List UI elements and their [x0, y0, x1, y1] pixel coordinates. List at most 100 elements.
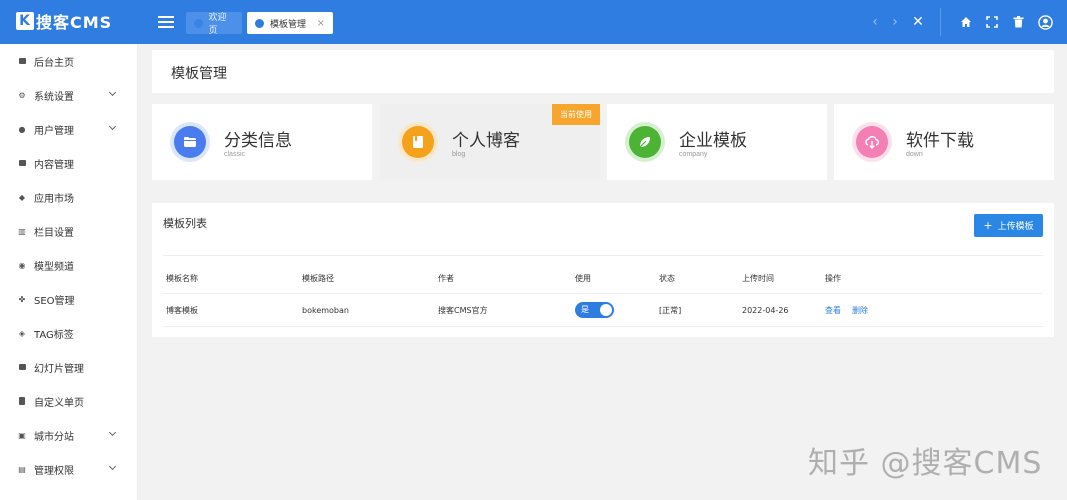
category-title: 个人博客 — [452, 131, 520, 151]
sidebar-item-label: 模型频道 — [34, 261, 74, 273]
page-icon — [17, 396, 27, 406]
use-toggle-cell: 是 — [575, 294, 614, 326]
sidebar-item-model-channel[interactable]: ◉ 模型频道 — [0, 248, 137, 282]
template-name: 博客模板 — [166, 305, 198, 315]
category-card-company[interactable]: 企业模板 company — [607, 104, 827, 180]
sidebar-item-label: 系统设置 — [34, 91, 74, 103]
column-header-use: 使用 — [575, 274, 591, 283]
sidebar-item-seo-management[interactable]: ✤ SEO管理 — [0, 282, 137, 316]
sidebar-item-tag[interactable]: ◈ TAG标签 — [0, 316, 137, 350]
home-icon[interactable] — [957, 13, 975, 31]
view-link[interactable]: 查看 — [825, 305, 841, 316]
toggle-label: 是 — [581, 305, 589, 314]
category-card-download[interactable]: 软件下载 down — [834, 104, 1054, 180]
circle-icon: ◉ — [18, 260, 26, 270]
category-title: 软件下载 — [906, 131, 974, 151]
menu-toggle-icon[interactable] — [158, 14, 174, 30]
page-title: 模板管理 — [171, 66, 227, 82]
user-avatar-icon[interactable] — [1036, 13, 1054, 31]
upload-template-button[interactable]: + 上传模板 — [974, 214, 1043, 237]
use-toggle[interactable]: 是 — [575, 302, 614, 318]
template-path: bokemoban — [302, 305, 349, 315]
actions-cell: 查看 删除 — [825, 294, 879, 326]
template-upload-time: 2022-04-26 — [742, 305, 789, 315]
sidebar-item-label: TAG标签 — [34, 329, 74, 341]
book-icon — [398, 122, 438, 162]
watermark: 知乎 @搜客CMS — [808, 446, 1043, 481]
plus-icon: + — [983, 219, 993, 232]
close-tabs-icon[interactable]: ✕ — [909, 13, 927, 31]
category-subtitle: down — [906, 151, 923, 158]
fullscreen-icon[interactable] — [983, 13, 1001, 31]
sidebar-item-label: 应用市场 — [34, 193, 74, 205]
sidebar-item-label: 管理权限 — [34, 465, 74, 477]
column-header-upload-time: 上传时间 — [742, 274, 774, 283]
column-header-path: 模板路径 — [302, 274, 334, 283]
tab-dot-icon — [194, 18, 203, 28]
template-list-card: 模板列表 + 上传模板 模板名称 模板路径 作者 使用 状态 上传时间 操作 博… — [152, 203, 1054, 337]
delete-link[interactable]: 删除 — [852, 305, 868, 316]
sidebar-item-label: SEO管理 — [34, 295, 75, 307]
category-title: 企业模板 — [679, 131, 747, 151]
sidebar: 后台主页 ⚙ 系统设置 ● 用户管理 内容管理 ◆ 应用市场 ▥ 栏目设置 ◉ 模型频道 … — [0, 44, 138, 500]
header-divider — [940, 8, 941, 36]
logo-text: 搜客CMS — [36, 13, 113, 32]
page-title-card: 模板管理 — [152, 50, 1054, 93]
sidebar-item-label: 自定义单页 — [34, 397, 84, 409]
logo-mark-icon: K — [16, 12, 34, 30]
sidebar-item-content-management[interactable]: 内容管理 — [0, 146, 137, 180]
table-row: 博客模板 bokemoban 搜客CMS官方 是 [正常] 2022-04-26… — [163, 294, 1043, 327]
sidebar-item-home[interactable]: 后台主页 — [0, 44, 137, 78]
folder-icon — [170, 122, 210, 162]
sidebar-item-system-settings[interactable]: ⚙ 系统设置 — [0, 78, 137, 112]
tab-welcome[interactable]: 欢迎页 — [186, 12, 242, 36]
sidebar-item-slides[interactable]: 幻灯片管理 — [0, 350, 137, 384]
sidebar-item-label: 幻灯片管理 — [34, 363, 84, 375]
sidebar-item-column-settings[interactable]: ▥ 栏目设置 — [0, 214, 137, 248]
toggle-knob — [600, 304, 612, 316]
chevron-down-icon — [108, 88, 117, 97]
cube-icon: ◆ — [18, 192, 26, 202]
tab-close-icon[interactable]: × — [317, 18, 325, 29]
shield-icon: ▤ — [18, 464, 26, 474]
sidebar-item-app-market[interactable]: ◆ 应用市场 — [0, 180, 137, 214]
sidebar-item-custom-page[interactable]: 自定义单页 — [0, 384, 137, 418]
document-icon — [17, 158, 27, 168]
sidebar-item-permissions[interactable]: ▤ 管理权限 — [0, 452, 137, 486]
columns-icon: ▥ — [18, 226, 26, 236]
trash-icon[interactable] — [1009, 13, 1027, 31]
city-icon: ▣ — [18, 430, 26, 440]
tag-icon: ◈ — [18, 328, 26, 338]
sidebar-item-label: 栏目设置 — [34, 227, 74, 239]
sidebar-item-city-sites[interactable]: ▣ 城市分站 — [0, 418, 137, 452]
paw-icon: ✤ — [18, 294, 26, 304]
upload-button-label: 上传模板 — [997, 222, 1034, 232]
column-header-actions: 操作 — [825, 274, 841, 283]
chevron-down-icon — [108, 428, 117, 437]
tab-next-icon[interactable]: › — [886, 13, 904, 31]
tab-dot-icon — [255, 18, 264, 28]
category-subtitle: company — [679, 151, 708, 158]
chevron-down-icon — [108, 122, 117, 131]
divider — [163, 255, 1043, 256]
table-header: 模板名称 模板路径 作者 使用 状态 上传时间 操作 — [163, 264, 1043, 294]
tab-label: 模板管理 — [270, 19, 307, 30]
sidebar-item-label: 城市分站 — [34, 431, 74, 443]
tab-prev-icon[interactable]: ‹ — [866, 13, 884, 31]
logo[interactable]: K 搜客CMS — [16, 9, 112, 33]
category-subtitle: blog — [452, 151, 466, 158]
template-list-title: 模板列表 — [163, 217, 207, 230]
leaf-icon — [625, 122, 665, 162]
user-icon: ● — [18, 124, 26, 134]
category-card-classic[interactable]: 分类信息 classic — [152, 104, 372, 180]
category-card-blog[interactable]: 个人博客 blog 当前使用 — [380, 104, 600, 180]
gear-icon: ⚙ — [18, 90, 26, 100]
sidebar-item-user-management[interactable]: ● 用户管理 — [0, 112, 137, 146]
column-header-name: 模板名称 — [166, 274, 198, 283]
tab-template-management[interactable]: 模板管理 × — [247, 12, 333, 34]
category-title: 分类信息 — [224, 131, 292, 151]
sidebar-item-label: 内容管理 — [34, 159, 74, 171]
current-in-use-badge: 当前使用 — [552, 104, 600, 125]
top-header: K 搜客CMS 欢迎页 模板管理 × ‹ › ✕ — [0, 0, 1067, 44]
monitor-icon — [17, 56, 27, 66]
